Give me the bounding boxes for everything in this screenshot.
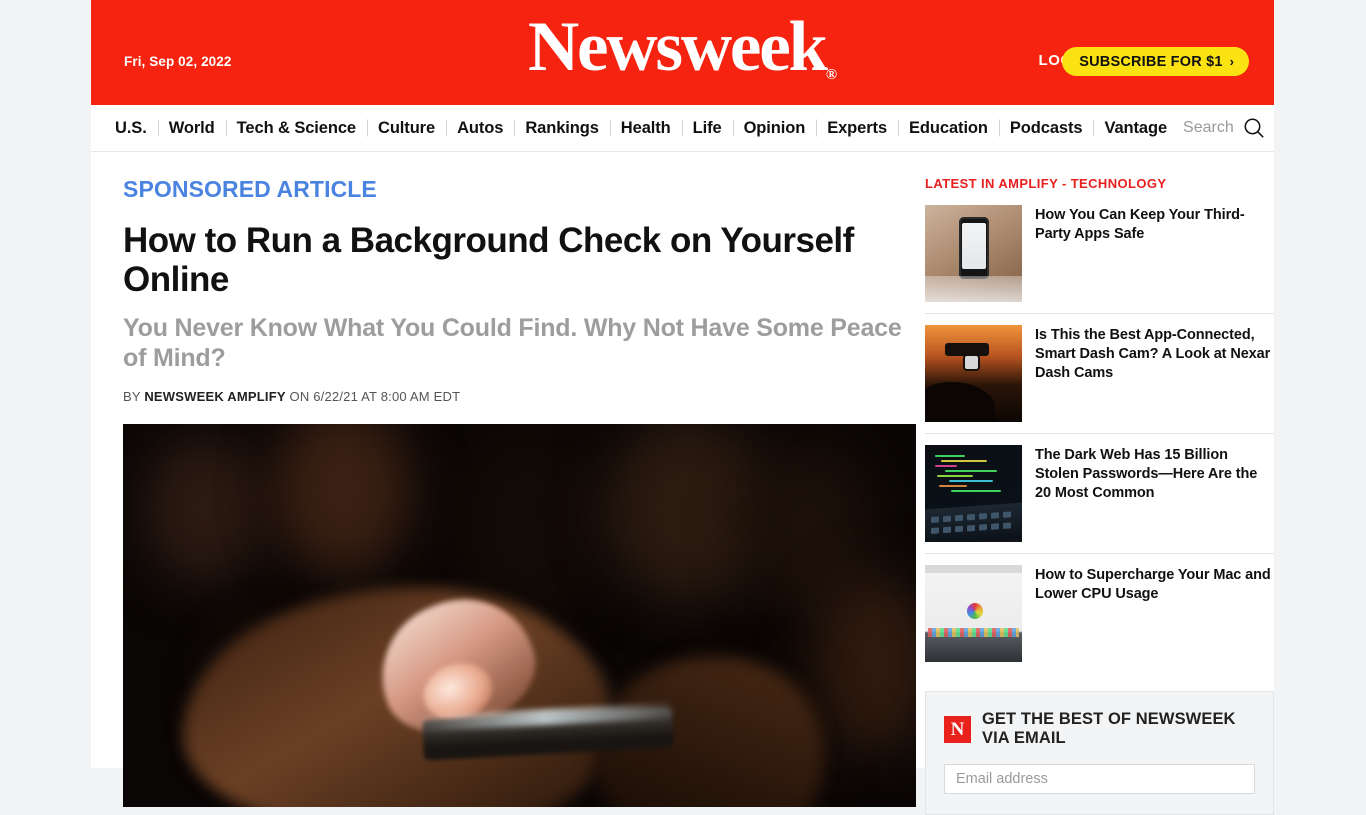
search-label: Search [1183,119,1234,136]
nav-item-health[interactable]: Health [610,120,682,137]
subscribe-button[interactable]: SUBSCRIBE FOR $1 › [1062,47,1249,76]
registered-trademark-icon: ® [825,67,838,83]
list-item[interactable]: Is This the Best App-Connected, Smart Da… [925,313,1274,433]
search-control[interactable]: Search [1183,116,1266,140]
article-hero-image [123,424,916,808]
nav-item-tech-science[interactable]: Tech & Science [226,120,367,137]
article-thumbnail-image [925,205,1022,302]
newsletter-signup-box: N GET THE BEST OF NEWSWEEK VIA EMAIL [925,691,1274,815]
article-thumbnail-image [925,565,1022,662]
sidebar-column: LATEST IN AMPLIFY - TECHNOLOGY How You C… [909,152,1274,815]
list-item[interactable]: The Dark Web Has 15 Billion Stolen Passw… [925,433,1274,553]
article-thumbnail-image [925,325,1022,422]
article-thumbnail-image [925,445,1022,542]
spinning-wheel-icon [967,603,983,619]
nav-item-education[interactable]: Education [898,120,999,137]
nav-item-experts[interactable]: Experts [816,120,898,137]
byline-prefix: BY [123,389,141,405]
nav-item-podcasts[interactable]: Podcasts [999,120,1094,137]
sponsored-label: SPONSORED ARTICLE [123,176,377,202]
nav-item-life[interactable]: Life [682,120,733,137]
nav-item-us[interactable]: U.S. [104,120,158,137]
nav-item-culture[interactable]: Culture [367,120,446,137]
article-headline: How to Run a Background Check on Yoursel… [123,221,854,300]
search-icon[interactable] [1242,116,1266,140]
newsweek-n-icon: N [944,715,971,743]
masthead: Fri, Sep 02, 2022 Newsweek® LOGIN SUBSCR… [91,0,1274,105]
nav-item-world[interactable]: World [158,120,226,137]
page-container: Fri, Sep 02, 2022 Newsweek® LOGIN SUBSCR… [91,0,1274,815]
nav-item-rankings[interactable]: Rankings [514,120,609,137]
subscribe-button-label: SUBSCRIBE FOR $1 [1079,53,1223,70]
byline-timestamp: ON 6/22/21 AT 8:00 AM EDT [289,389,461,405]
newsletter-header: N GET THE BEST OF NEWSWEEK VIA EMAIL [944,710,1255,748]
main-navigation: U.S. World Tech & Science Culture Autos … [91,105,1274,152]
byline-author[interactable]: NEWSWEEK AMPLIFY [144,389,285,404]
content-area: SPONSORED ARTICLE How to Run a Backgroun… [91,152,1274,815]
newsletter-title: GET THE BEST OF NEWSWEEK VIA EMAIL [982,710,1236,748]
nav-item-opinion[interactable]: Opinion [733,120,817,137]
email-field[interactable] [944,764,1255,795]
nav-item-autos[interactable]: Autos [446,120,514,137]
list-item[interactable]: How to Supercharge Your Mac and Lower CP… [925,553,1274,673]
list-item-title: How You Can Keep Your Third-Party Apps S… [1035,207,1245,243]
list-item-title: Is This the Best App-Connected, Smart Da… [1035,327,1271,382]
logo-wordmark: Newsweek [527,8,828,86]
list-item-title: How to Supercharge Your Mac and Lower CP… [1035,567,1271,603]
list-item-title: The Dark Web Has 15 Billion Stolen Passw… [1035,447,1258,502]
list-item[interactable]: How You Can Keep Your Third-Party Apps S… [925,201,1274,313]
nav-item-vantage[interactable]: Vantage [1093,120,1178,137]
article-column: SPONSORED ARTICLE How to Run a Backgroun… [91,152,916,815]
article-byline: BY NEWSWEEK AMPLIFY ON 6/22/21 AT 8:00 A… [123,389,909,404]
chevron-right-icon: › [1229,54,1234,69]
article-subheadline: You Never Know What You Could Find. Why … [123,314,902,373]
sidebar-section-title: LATEST IN AMPLIFY - TECHNOLOGY [925,176,1167,191]
dock-bar [928,628,1019,637]
